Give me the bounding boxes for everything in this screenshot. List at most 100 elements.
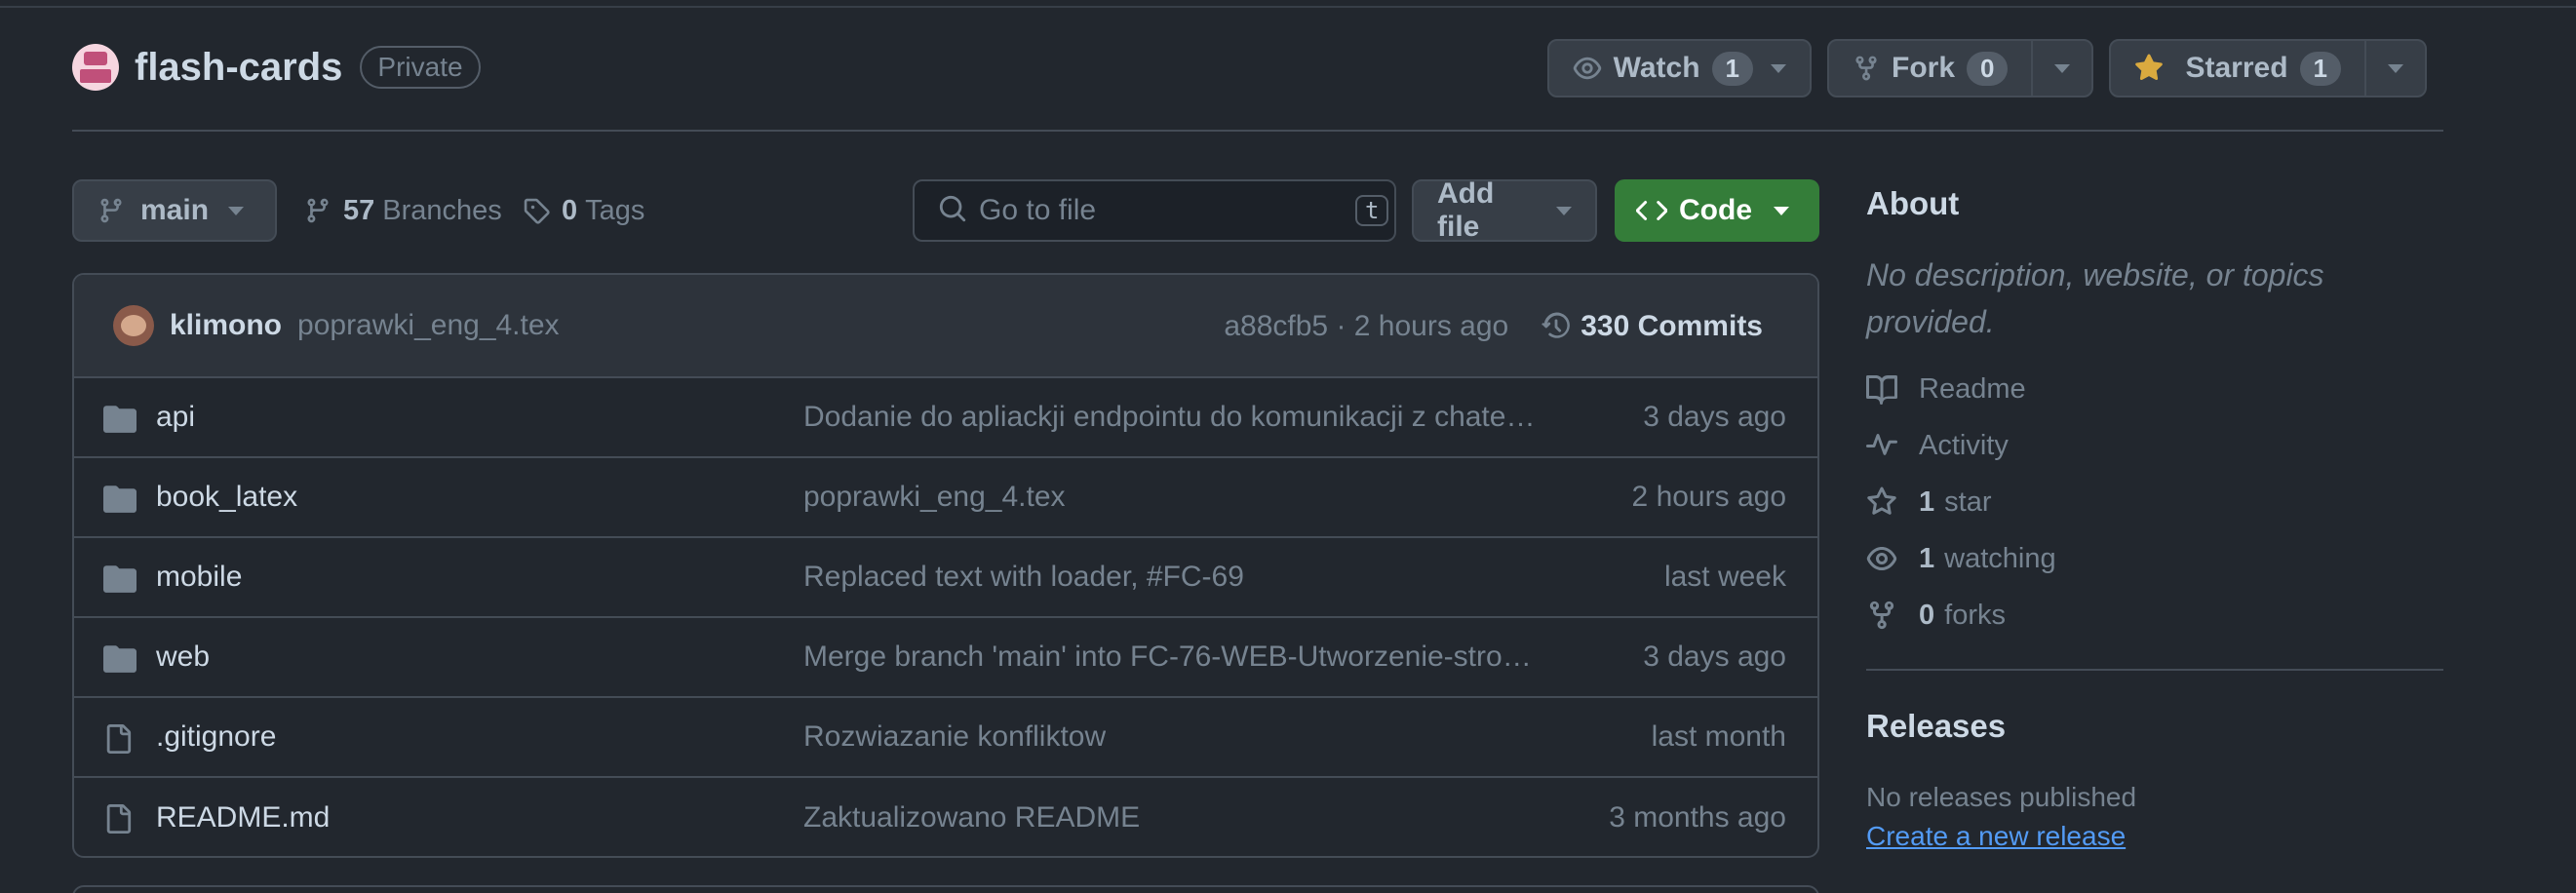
branch-selector[interactable]: main [72, 179, 277, 242]
file-icon [103, 803, 133, 839]
file-commit-message[interactable]: Zaktualizowano README [803, 801, 1140, 835]
branches-link[interactable]: 57 Branches [304, 179, 502, 242]
starred-label: Starred [2185, 52, 2288, 84]
file-commit-time: 3 days ago [1643, 641, 1786, 673]
fork-icon [1869, 601, 1894, 630]
file-commit-message[interactable]: Merge branch 'main' into FC-76-WEB-Utwor… [803, 641, 1544, 674]
forks-label: forks [1944, 599, 2006, 631]
chevron-down-icon [2054, 63, 2071, 73]
star-button-group: Starred 1 [2109, 39, 2427, 97]
file-name-link[interactable]: api [156, 401, 195, 434]
file-commit-message[interactable]: Replaced text with loader, #FC-69 [803, 561, 1244, 594]
readme-link[interactable]: Readme [1866, 361, 2443, 417]
author-avatar[interactable] [113, 305, 154, 346]
starred-button[interactable]: Starred 1 [2111, 41, 2364, 96]
chevron-down-icon [1771, 63, 1786, 73]
activity-label: Activity [1919, 429, 2009, 461]
activity-link[interactable]: Activity [1866, 417, 2443, 474]
stars-link[interactable]: 1 star [1866, 474, 2443, 530]
star-icon [1867, 486, 1896, 515]
about-title: About [1866, 185, 1960, 221]
commits-link[interactable]: 330 Commits [1542, 310, 1763, 343]
file-list: api Dodanie do apliackji endpointu do kom… [74, 378, 1817, 856]
star-dropdown-button[interactable] [2364, 41, 2425, 96]
visibility-badge: Private [360, 46, 481, 89]
history-icon [1542, 312, 1571, 341]
file-row[interactable]: .gitignore Rozwiazanie konfliktow last mon… [74, 698, 1817, 778]
tags-label: Tags [585, 194, 645, 226]
releases-title[interactable]: Releases [1866, 708, 2443, 745]
top-border [0, 6, 2576, 8]
file-commit-message[interactable]: Dodanie do apliackji endpointu do komuni… [803, 401, 1544, 434]
folder-icon [103, 643, 137, 678]
stars-label: star [1944, 485, 1992, 518]
about-sidebar: About No description, website, or topics… [1866, 185, 2443, 852]
file-commit-message[interactable]: Rozwiazanie konfliktow [803, 720, 1106, 754]
stars-count: 1 [1919, 485, 1935, 518]
file-row[interactable]: api Dodanie do apliackji endpointu do kom… [74, 378, 1817, 458]
pulse-icon [1866, 434, 1897, 455]
tag-icon [523, 197, 550, 224]
file-name-link[interactable]: mobile [156, 561, 242, 594]
file-name-link[interactable]: README.md [156, 801, 330, 835]
watch-count: 1 [1711, 51, 1753, 86]
tags-link[interactable]: 0 Tags [523, 179, 644, 242]
file-commit-time: last month [1651, 720, 1786, 753]
code-icon [1636, 195, 1667, 226]
commits-count: 330 [1581, 310, 1630, 342]
commit-hash-time[interactable]: a88cfb5 · 2 hours ago [1224, 310, 1508, 343]
eye-icon [1866, 547, 1897, 570]
code-button[interactable]: Code [1615, 179, 1819, 242]
file-toolbar: main 57 Branches 0 Tags t Add file Code [72, 177, 1819, 243]
commit-author[interactable]: klimono [170, 309, 282, 342]
branch-name: main [140, 194, 210, 226]
file-name-link[interactable]: book_latex [156, 481, 297, 514]
star-filled-icon [2134, 54, 2164, 83]
file-commit-message[interactable]: poprawki_eng_4.tex [803, 481, 1066, 514]
forks-link[interactable]: 0 forks [1866, 587, 2443, 643]
fork-icon [1853, 55, 1880, 82]
file-row[interactable]: README.md Zaktualizowano README 3 months a… [74, 778, 1817, 856]
file-row[interactable]: web Merge branch 'main' into FC-76-WEB-Ut… [74, 618, 1817, 698]
go-to-file-search[interactable]: t [913, 179, 1396, 242]
fork-button[interactable]: Fork 0 [1829, 41, 2031, 96]
branches-label: Branches [382, 194, 502, 226]
file-name-link[interactable]: .gitignore [156, 720, 276, 754]
watch-button[interactable]: Watch 1 [1549, 41, 1810, 96]
watching-link[interactable]: 1 watching [1866, 530, 2443, 587]
file-commit-time: 3 days ago [1643, 401, 1786, 433]
fork-count: 0 [1967, 51, 2009, 86]
chevron-down-icon [1556, 206, 1572, 215]
branch-icon [304, 197, 332, 224]
repo-name[interactable]: flash-cards [135, 46, 342, 90]
folder-icon [103, 404, 137, 438]
file-row[interactable]: mobile Replaced text with loader, #FC-69 l… [74, 538, 1817, 618]
header-divider [72, 130, 2443, 132]
create-release-link[interactable]: Create a new release [1866, 821, 2126, 852]
forks-count: 0 [1919, 599, 1935, 631]
add-file-button[interactable]: Add file [1412, 177, 1597, 243]
commit-meta: a88cfb5 · 2 hours ago 330 Commits [1224, 275, 1763, 378]
latest-commit-bar: klimono poprawki_eng_4.tex a88cfb5 · 2 h… [74, 275, 1817, 378]
about-description: No description, website, or topics provi… [1866, 257, 2324, 339]
branch-icon [98, 197, 125, 224]
file-commit-time: 3 months ago [1609, 801, 1786, 834]
watch-label: Watch [1613, 52, 1700, 84]
folder-icon [103, 563, 137, 598]
commit-message[interactable]: poprawki_eng_4.tex [297, 309, 560, 342]
file-row[interactable]: book_latex poprawki_eng_4.tex 2 hours ago [74, 458, 1817, 538]
folder-icon [103, 484, 137, 518]
owner-avatar[interactable] [72, 44, 119, 91]
fork-dropdown-button[interactable] [2031, 41, 2091, 96]
code-label: Code [1679, 194, 1752, 226]
watching-label: watching [1944, 542, 2056, 574]
tags-count: 0 [562, 194, 578, 226]
commits-label: Commits [1637, 310, 1763, 342]
add-file-label: Add file [1437, 177, 1495, 243]
repo-header: flash-cards Private [72, 37, 481, 97]
file-commit-time: last week [1663, 561, 1786, 593]
go-to-file-input[interactable] [979, 194, 1355, 227]
file-name-link[interactable]: web [156, 641, 210, 674]
repo-actions: Watch 1 Fork 0 Starred 1 [1546, 39, 2427, 97]
star-count: 1 [2299, 51, 2341, 86]
